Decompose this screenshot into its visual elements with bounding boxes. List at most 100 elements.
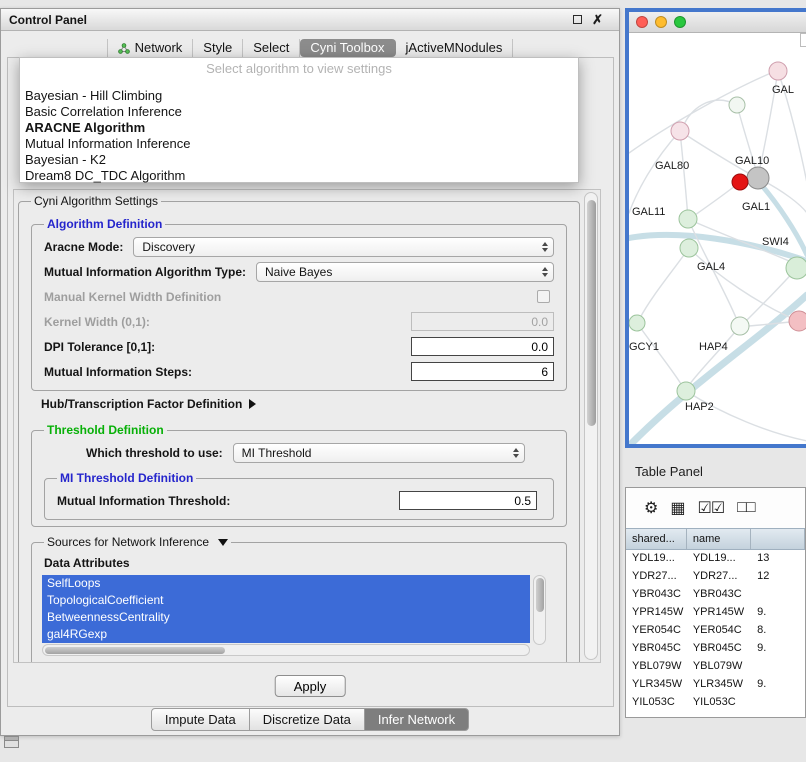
network-node[interactable] [732, 174, 748, 190]
deselect-all-icon[interactable]: □□ [737, 499, 754, 517]
tab-discretize-data[interactable]: Discretize Data [249, 708, 365, 731]
minimize-button[interactable] [655, 16, 667, 28]
select-all-icon[interactable]: ☑☑ [697, 498, 724, 518]
tab-jactivemnodules[interactable]: jActiveMNodules [396, 39, 514, 57]
network-node[interactable] [629, 315, 645, 331]
which-threshold-row: Which threshold to use: MI Threshold [40, 440, 558, 465]
table-panel-title: Table Panel [635, 464, 703, 479]
combo-arrows-icon [542, 267, 548, 277]
sources-title: Sources for Network Inference [44, 535, 231, 549]
column-header-name[interactable]: name [687, 529, 751, 549]
tab-label: Style [203, 41, 232, 55]
table-row[interactable]: YER054CYER054C8. [626, 622, 805, 640]
column-header-extra[interactable] [751, 529, 805, 549]
node-label: GCY1 [629, 341, 659, 353]
apply-button[interactable]: Apply [275, 675, 346, 697]
tab-cyni-toolbox[interactable]: Cyni Toolbox [300, 39, 395, 57]
network-canvas[interactable]: GAL80GAL10GAL11GAL1SWI4GAL4GCY1HAP4HAP2G… [629, 33, 806, 444]
network-icon [118, 43, 130, 54]
attributes-vertical-scrollbar[interactable] [533, 575, 546, 645]
chevron-right-icon [249, 399, 256, 409]
aracne-mode-select[interactable]: Discovery [133, 237, 554, 257]
zoom-button[interactable] [674, 16, 686, 28]
restore-panel-icon[interactable] [4, 736, 19, 748]
float-window-icon[interactable] [573, 15, 582, 24]
network-edge[interactable] [686, 391, 806, 441]
kernel-width-label: Kernel Width (0,1): [44, 315, 150, 329]
table-cell: YDR27... [626, 568, 687, 586]
algorithm-option[interactable]: Bayesian - K2 [20, 152, 578, 168]
data-attribute-item[interactable]: gal4RGexp [42, 626, 530, 643]
mi-threshold-input[interactable] [399, 491, 537, 510]
algorithm-option[interactable]: Mutual Information Inference [20, 136, 578, 152]
table-cell: 9. [751, 604, 805, 622]
algorithm-option[interactable]: ARACNE Algorithm [20, 120, 578, 136]
network-edge[interactable] [689, 248, 789, 317]
network-node[interactable] [789, 311, 806, 331]
aracne-mode-row: Aracne Mode: Discovery [40, 234, 558, 259]
table-cell: YER054C [626, 622, 687, 640]
table-row[interactable]: YLR345WYLR345W9. [626, 676, 805, 694]
network-node[interactable] [747, 167, 769, 189]
column-selector-icon[interactable]: ▦ [670, 498, 684, 518]
algorithm-option[interactable]: Basic Correlation Inference [20, 104, 578, 120]
table-cell [751, 658, 805, 676]
dpi-tolerance-input[interactable] [411, 337, 554, 356]
network-edge[interactable] [680, 131, 688, 219]
tab-network[interactable]: Network [107, 39, 194, 57]
mi-type-select[interactable]: Naive Bayes [256, 262, 554, 282]
network-node[interactable] [769, 62, 787, 80]
close-button[interactable] [636, 16, 648, 28]
network-edge[interactable] [629, 131, 680, 213]
tab-label: Select [253, 41, 289, 55]
table-row[interactable]: YBR043CYBR043C [626, 586, 805, 604]
manual-kernel-label: Manual Kernel Width Definition [44, 290, 221, 304]
table-row[interactable]: YDL19...YDL19...13 [626, 550, 805, 568]
data-attribute-item[interactable]: TopologicalCoefficient [42, 592, 530, 609]
network-edge[interactable] [631, 295, 806, 444]
tab-label: jActiveMNodules [406, 41, 503, 55]
mi-threshold-label: Mutual Information Threshold: [57, 494, 230, 508]
table-row[interactable]: YIL053CYIL053C [626, 694, 805, 712]
network-node[interactable] [680, 239, 698, 257]
data-attribute-item[interactable]: BetweennessCentrality [42, 609, 530, 626]
network-node[interactable] [731, 317, 749, 335]
settings-vertical-scrollbar[interactable] [584, 192, 598, 660]
table-cell: YER054C [687, 622, 751, 640]
manual-kernel-checkbox[interactable] [537, 290, 550, 303]
tab-style[interactable]: Style [193, 39, 243, 57]
column-header-shared[interactable]: shared... [626, 529, 687, 549]
which-threshold-select[interactable]: MI Threshold [233, 443, 525, 463]
network-node[interactable] [786, 257, 806, 279]
tab-select[interactable]: Select [243, 39, 300, 57]
network-node[interactable] [679, 210, 697, 228]
algorithm-definition-title: Algorithm Definition [44, 217, 165, 231]
algorithm-option[interactable]: Dream8 DC_TDC Algorithm [20, 168, 578, 184]
attributes-horizontal-scrollbar[interactable] [42, 644, 530, 656]
network-edge[interactable] [637, 323, 681, 384]
table-row[interactable]: YDR27...YDR27...12 [626, 568, 805, 586]
network-node[interactable] [671, 122, 689, 140]
table-cell: YLR345W [626, 676, 687, 694]
sources-title-text: Sources for Network Inference [47, 535, 209, 549]
tab-impute-data[interactable]: Impute Data [151, 708, 250, 731]
network-edge[interactable] [640, 248, 689, 318]
hub-definition-toggle[interactable]: Hub/Transcription Factor Definition [27, 391, 571, 417]
table-cell: YPR145W [626, 604, 687, 622]
network-edge[interactable] [629, 73, 771, 153]
table-cell: YDL19... [626, 550, 687, 568]
mi-threshold-row: Mutual Information Threshold: [53, 488, 545, 513]
data-attribute-item[interactable]: SelfLoops [42, 575, 530, 592]
table-row[interactable]: YBR045CYBR045C9. [626, 640, 805, 658]
close-window-icon[interactable]: ✗ [592, 15, 603, 25]
table-row[interactable]: YPR145WYPR145W9. [626, 604, 805, 622]
table-row[interactable]: YBL079WYBL079W [626, 658, 805, 676]
algorithm-option[interactable]: Bayesian - Hill Climbing [20, 88, 578, 104]
network-node[interactable] [677, 382, 695, 400]
network-node[interactable] [729, 97, 745, 113]
network-edge[interactable] [680, 131, 750, 174]
chevron-down-icon[interactable] [218, 539, 228, 546]
tab-infer-network[interactable]: Infer Network [364, 708, 469, 731]
mi-steps-input[interactable] [411, 362, 554, 381]
gear-icon[interactable]: ⚙ [644, 498, 657, 518]
